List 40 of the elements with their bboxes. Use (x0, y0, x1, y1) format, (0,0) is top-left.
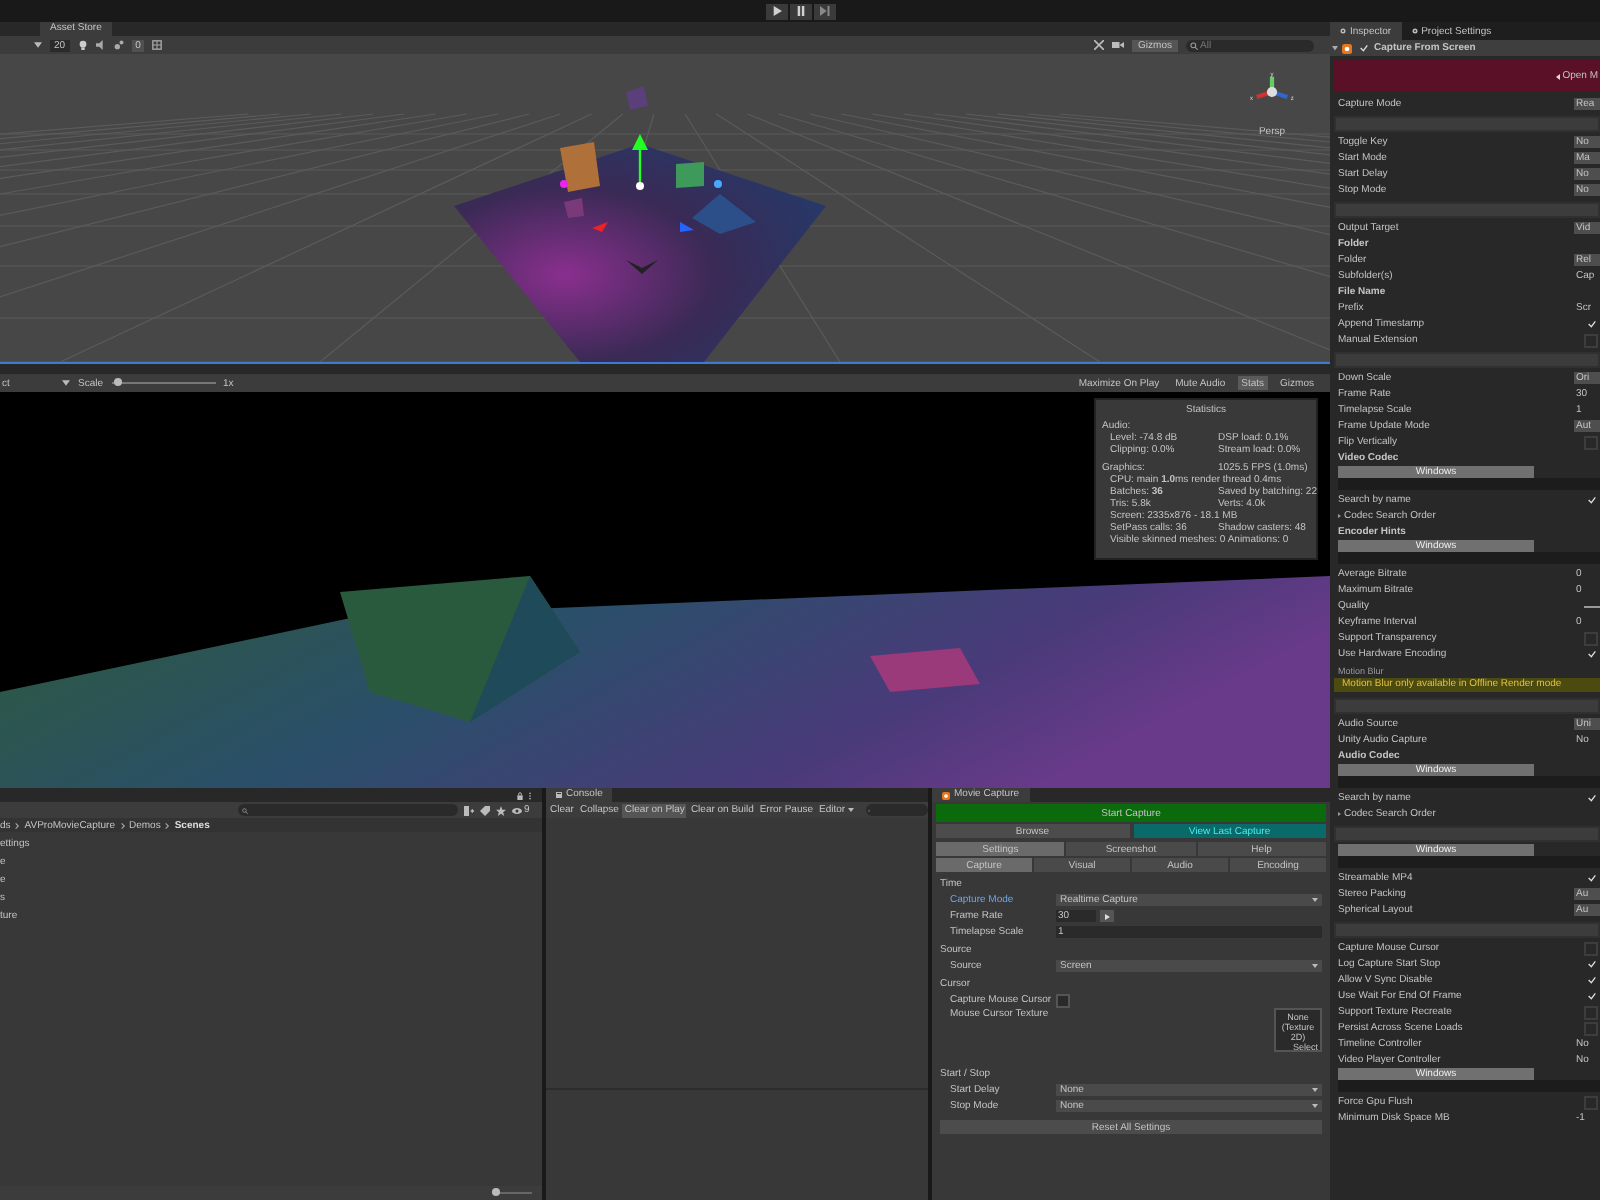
eye-icon[interactable] (512, 805, 522, 815)
search-icon (242, 807, 248, 813)
caret-icon (1312, 1088, 1318, 1092)
grid-icon[interactable] (152, 40, 163, 50)
camera-icon[interactable] (1112, 40, 1125, 50)
play-icon (771, 6, 781, 16)
chevron-icon (164, 821, 171, 829)
foldout-arrow-icon[interactable] (1338, 514, 1342, 518)
caret-icon (847, 808, 854, 812)
caret-icon (1556, 73, 1561, 79)
checkbox[interactable] (1056, 993, 1070, 1007)
chevron-icon (14, 821, 21, 829)
caret-icon (1312, 964, 1318, 968)
camera-logo-icon (1342, 43, 1352, 53)
speaker-icon[interactable] (95, 40, 106, 50)
star-icon[interactable] (496, 805, 506, 815)
picker-button[interactable] (1100, 910, 1114, 922)
slider-thumb[interactable] (492, 1188, 500, 1196)
pause-icon (795, 6, 805, 16)
foldout-arrow-icon[interactable] (1332, 45, 1338, 51)
camera-logo-icon (942, 791, 950, 799)
step-button[interactable] (813, 3, 835, 19)
caret-icon[interactable] (62, 380, 70, 386)
light-bulb-icon[interactable] (77, 40, 88, 50)
lock-icon[interactable] (516, 791, 524, 799)
caret-icon (1312, 1104, 1318, 1108)
pause-button[interactable] (789, 3, 811, 19)
slider-thumb[interactable] (114, 378, 123, 386)
play-button[interactable] (765, 3, 787, 19)
checkbox[interactable] (1584, 1095, 1598, 1109)
chevron-icon (119, 821, 125, 829)
step-icon (819, 6, 829, 16)
search-icon (1190, 41, 1198, 49)
console-icon (556, 792, 562, 798)
foldout-arrow-icon[interactable] (1338, 812, 1342, 816)
caret-icon (1312, 898, 1318, 902)
checkbox[interactable] (1584, 435, 1598, 449)
gear-icon (1340, 28, 1346, 34)
gear-icon (1411, 28, 1418, 34)
caret-icon[interactable] (34, 42, 42, 48)
